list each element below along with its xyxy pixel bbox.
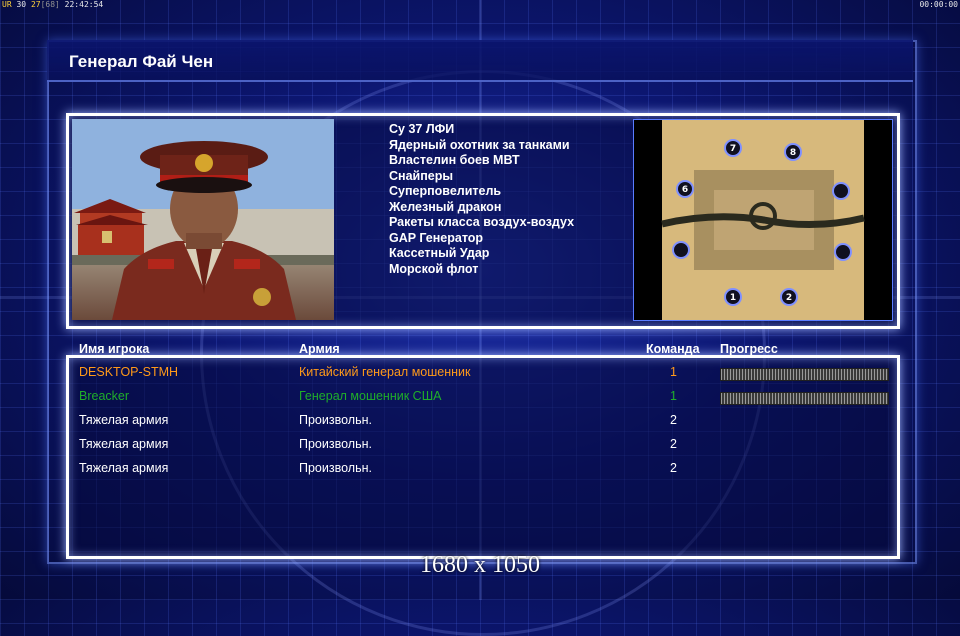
hud-value-3: [68]: [40, 0, 60, 9]
unit-item: Властелин боев МВТ: [389, 153, 520, 167]
player-row[interactable]: Тяжелая армия Произвольн. 2: [0, 437, 960, 457]
player-name: Тяжелая армия: [79, 461, 169, 475]
player-army[interactable]: Произвольн.: [299, 461, 372, 475]
header-player-name: Имя игрока: [79, 342, 150, 356]
start-spot-label: 1: [730, 293, 736, 303]
unit-item: Ядерный охотник за танками: [389, 137, 570, 152]
player-team[interactable]: 1: [670, 389, 677, 403]
unit-item: Железный дракон: [389, 199, 502, 214]
player-name: DESKTOP-STMH: [79, 365, 179, 379]
player-army[interactable]: Китайский генерал мошенник: [299, 365, 470, 379]
player-army[interactable]: Произвольн.: [299, 437, 372, 451]
player-row[interactable]: Тяжелая армия Произвольн. 2: [0, 461, 960, 481]
game-timer: 00:00:00: [919, 0, 958, 9]
load-progress-bar: [720, 392, 889, 405]
player-table: [66, 355, 900, 559]
unit-item: Су 37 ЛФИ: [389, 122, 455, 136]
unit-list: Су 37 ЛФИ Ядерный охотник за танками Вла…: [389, 122, 574, 277]
hud-value-2: 27: [30, 0, 41, 9]
map-preview[interactable]: 7 8 6 1 2: [633, 119, 893, 321]
header-team: Команда: [646, 342, 700, 356]
player-name: Breacker: [79, 389, 130, 403]
unit-item: Морской флот: [389, 261, 479, 276]
hud-clock: 22:42:54: [64, 0, 104, 9]
player-row[interactable]: Breacker Генерал мошенник США 1: [0, 389, 960, 409]
start-spot-label: 8: [790, 148, 796, 158]
unit-item: Кассетный Удар: [389, 246, 490, 260]
player-name: Тяжелая армия: [79, 437, 169, 451]
unit-item: GAP Генератор: [389, 230, 484, 245]
player-row[interactable]: Тяжелая армия Произвольн. 2: [0, 413, 960, 433]
fps-readout: UR 30 27[68] 22:42:54: [2, 0, 103, 9]
general-title: Генерал Фай Чен: [69, 52, 214, 71]
player-name: Тяжелая армия: [79, 413, 169, 427]
start-spot-label: 7: [730, 144, 736, 154]
start-spot-label: 6: [682, 185, 688, 195]
header-army: Армия: [299, 342, 340, 356]
player-row[interactable]: DESKTOP-STMH Китайский генерал мошенник …: [0, 365, 960, 385]
hud-value-1: 30: [16, 0, 27, 9]
header-progress: Прогресс: [720, 342, 778, 356]
resolution-label: 1680 x 1050: [420, 552, 540, 578]
start-spot-label: 2: [786, 293, 792, 303]
general-portrait: [72, 119, 334, 320]
player-army[interactable]: Генерал мошенник США: [299, 389, 442, 403]
unit-item: Суперповелитель: [389, 184, 502, 198]
player-army[interactable]: Произвольн.: [299, 413, 372, 427]
player-team[interactable]: 2: [670, 413, 677, 427]
unit-item: Снайперы: [389, 168, 454, 183]
player-team[interactable]: 2: [670, 461, 677, 475]
hud-tag: UR: [2, 0, 12, 9]
unit-item: Ракеты класса воздух-воздух: [389, 215, 575, 229]
player-team[interactable]: 2: [670, 437, 677, 451]
player-team[interactable]: 1: [670, 365, 677, 379]
load-progress-bar: [720, 368, 889, 381]
